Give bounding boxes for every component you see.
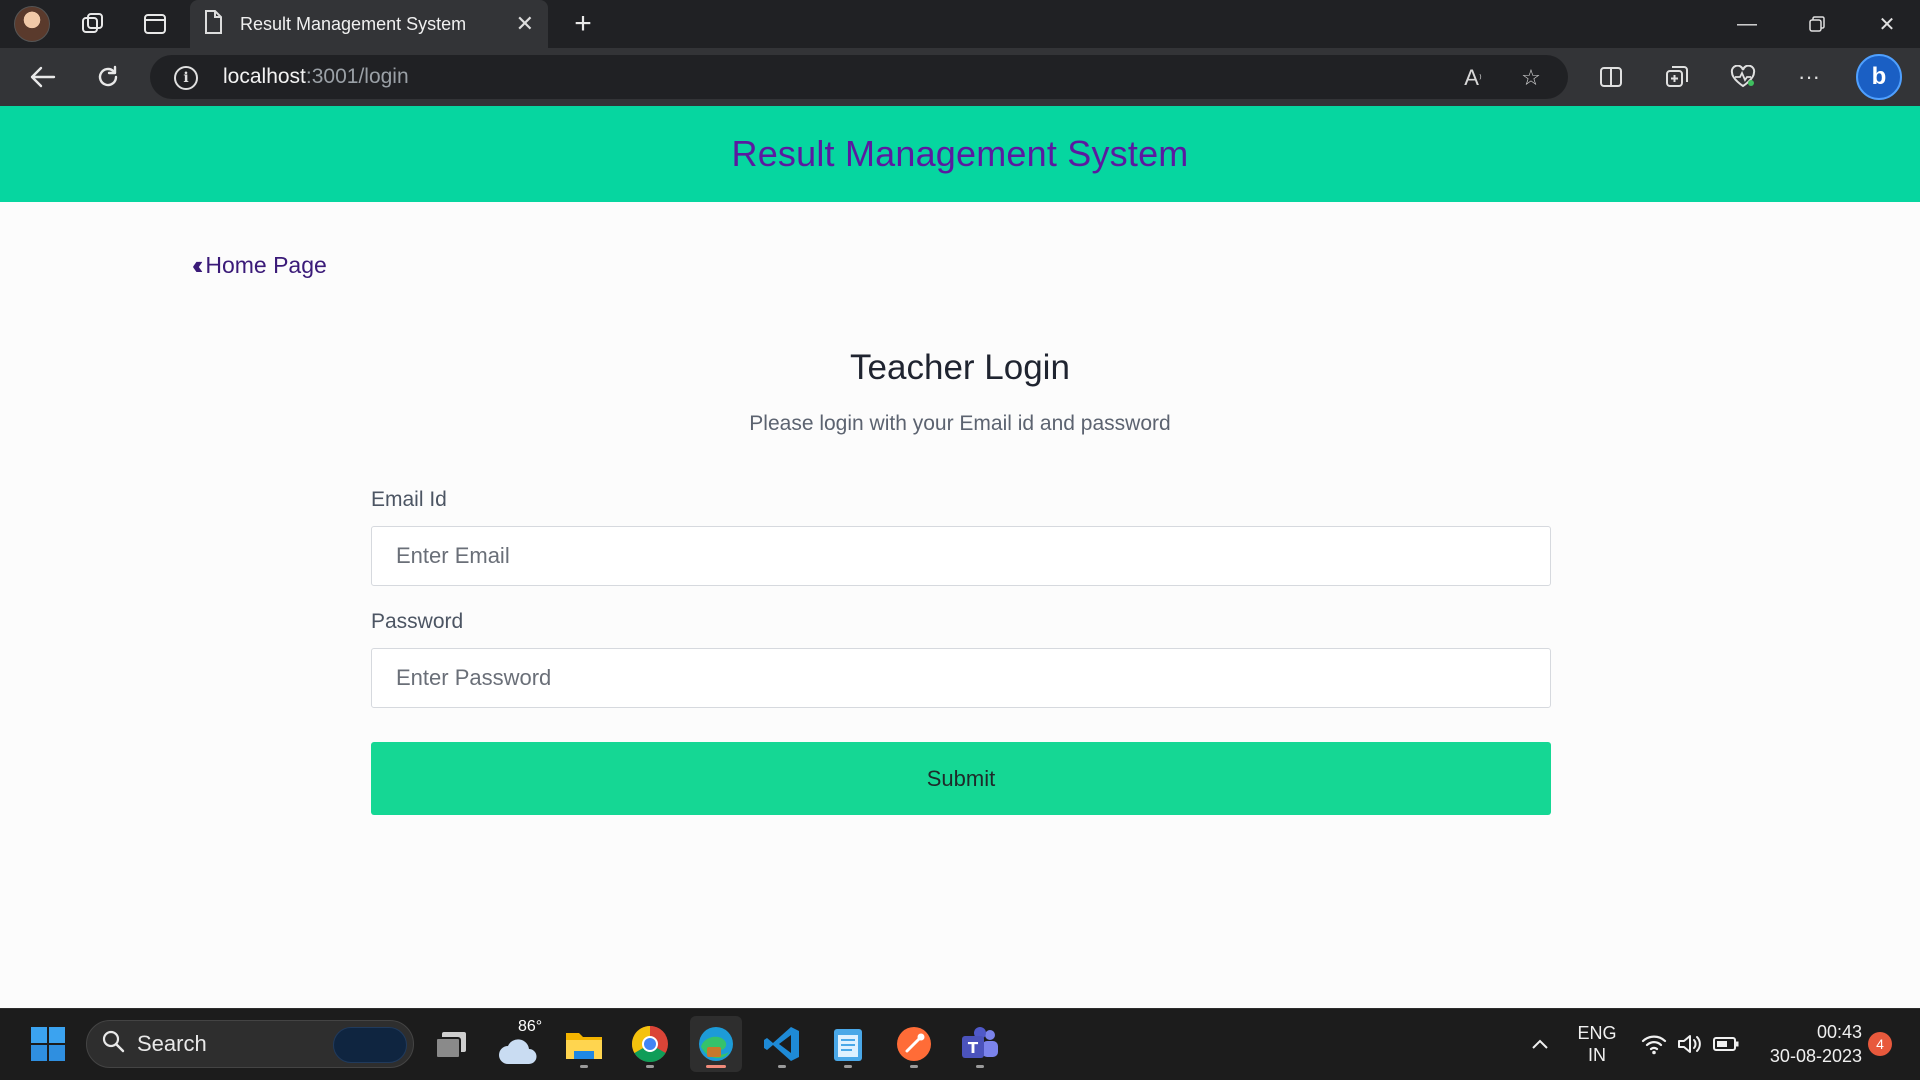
- language-code: ENG: [1577, 1023, 1617, 1043]
- collections-icon[interactable]: [1652, 48, 1702, 106]
- battery-icon[interactable]: [1708, 1008, 1744, 1080]
- clock[interactable]: 00:43 30-08-2023: [1752, 1008, 1862, 1080]
- double-chevron-left-icon: ‹‹: [192, 250, 204, 280]
- language-indicator[interactable]: ENG IN: [1572, 1008, 1622, 1080]
- tab-close-icon[interactable]: ✕: [516, 11, 534, 37]
- vscode-icon[interactable]: [756, 1016, 808, 1072]
- login-heading: Teacher Login: [850, 348, 1070, 387]
- weather-widget[interactable]: 86°: [492, 1016, 544, 1072]
- taskbar-search[interactable]: Search: [86, 1020, 414, 1068]
- new-tab-plus-icon[interactable]: +: [560, 0, 606, 48]
- profile-avatar[interactable]: [14, 6, 50, 42]
- cloud-icon: [499, 1039, 537, 1064]
- running-indicator: [976, 1065, 984, 1068]
- windows-start-icon[interactable]: [22, 1016, 74, 1072]
- site-title: Result Management System: [731, 133, 1189, 174]
- email-field[interactable]: [371, 526, 1551, 586]
- email-label: Email Id: [371, 488, 447, 511]
- browser-tab-active[interactable]: Result Management System ✕: [190, 0, 548, 48]
- minimize-icon[interactable]: —: [1712, 0, 1782, 48]
- bing-copilot-icon[interactable]: b: [1856, 54, 1902, 100]
- edge-icon[interactable]: [690, 1016, 742, 1072]
- tab-title: Result Management System: [240, 13, 467, 34]
- search-highlight-icon: [333, 1027, 407, 1063]
- more-options-icon[interactable]: ···: [1784, 48, 1834, 106]
- running-indicator: [646, 1065, 654, 1068]
- active-indicator: [706, 1065, 726, 1068]
- close-window-icon[interactable]: ✕: [1852, 0, 1920, 48]
- site-info-icon[interactable]: i: [174, 66, 198, 90]
- running-indicator: [580, 1065, 588, 1068]
- chrome-icon[interactable]: [624, 1016, 676, 1072]
- password-field[interactable]: [371, 648, 1551, 708]
- show-hidden-icons-chevron-up-icon[interactable]: [1518, 1008, 1562, 1080]
- password-label: Password: [371, 610, 464, 633]
- teams-icon[interactable]: T: [954, 1016, 1006, 1072]
- notification-badge[interactable]: 4: [1868, 1032, 1892, 1056]
- notepad-icon[interactable]: [822, 1016, 874, 1072]
- region-code: IN: [1588, 1045, 1606, 1065]
- clock-date: 30-08-2023: [1769, 1046, 1862, 1066]
- running-indicator: [910, 1065, 918, 1068]
- tab-actions-icon[interactable]: [124, 0, 186, 48]
- back-arrow-icon[interactable]: [12, 48, 72, 106]
- svg-text:T: T: [968, 1039, 979, 1057]
- running-indicator: [844, 1065, 852, 1068]
- workspaces-icon[interactable]: [62, 0, 124, 48]
- url-text: localhost:3001/login: [223, 65, 409, 88]
- clock-time: 00:43: [1816, 1022, 1862, 1042]
- task-view-icon[interactable]: [426, 1016, 478, 1072]
- restore-window-icon[interactable]: [1782, 0, 1852, 48]
- address-bar[interactable]: i localhost:3001/login A ⁾ ☆: [150, 55, 1568, 99]
- postman-icon[interactable]: [888, 1016, 940, 1072]
- search-icon: [101, 1029, 125, 1060]
- submit-button[interactable]: Submit: [371, 742, 1551, 815]
- volume-icon[interactable]: [1672, 1008, 1706, 1080]
- login-subtitle: Please login with your Email id and pass…: [749, 412, 1171, 435]
- wifi-icon[interactable]: [1636, 1008, 1672, 1080]
- browser-essentials-icon[interactable]: [1718, 48, 1768, 106]
- page-document-icon: [204, 9, 222, 39]
- weather-temperature: 86°: [518, 1018, 543, 1035]
- refresh-icon[interactable]: [78, 48, 138, 106]
- home-page-link[interactable]: ‹‹ Home Page: [192, 250, 327, 281]
- home-page-link-label: Home Page: [205, 252, 327, 278]
- search-label: Search: [137, 1031, 207, 1056]
- split-screen-icon[interactable]: [1586, 48, 1636, 106]
- file-explorer-icon[interactable]: [558, 1016, 610, 1072]
- favorite-star-icon[interactable]: ☆: [1516, 63, 1546, 93]
- read-aloud-icon[interactable]: A ⁾: [1458, 63, 1488, 93]
- site-header: Result Management System: [0, 106, 1920, 202]
- running-indicator: [778, 1065, 786, 1068]
